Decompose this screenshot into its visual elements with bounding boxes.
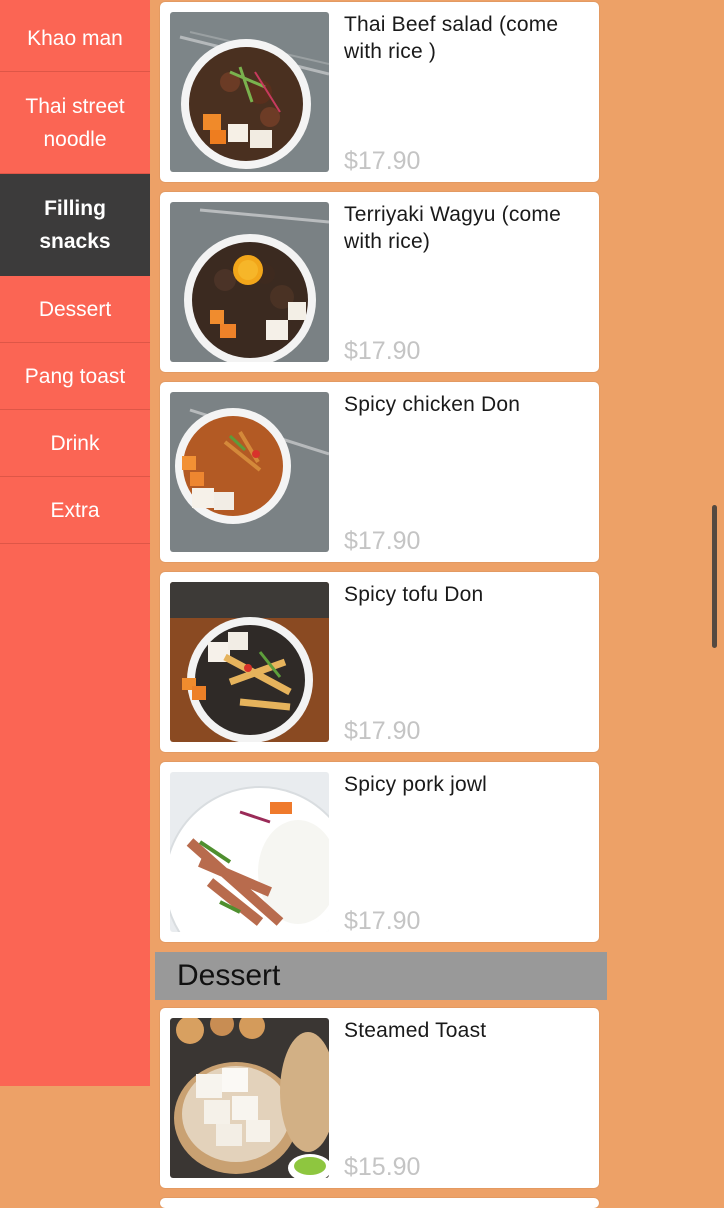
pork-jowl-image xyxy=(170,772,329,932)
menu-item-name: Terriyaki Wagyu (come with rice) xyxy=(344,203,561,253)
menu-item-name: Steamed Toast xyxy=(344,1019,487,1042)
menu-item-card[interactable]: Steamed Toast $15.90 xyxy=(160,1008,599,1188)
menu-item-price: $17.90 xyxy=(344,147,421,175)
menu-item-name: Thai Beef salad (come with rice ) xyxy=(344,13,559,63)
menu-item-name: Spicy chicken Don xyxy=(344,393,521,416)
sidebar-item-label: Filling snacks xyxy=(39,197,111,253)
sidebar-item-label: Khao man xyxy=(27,26,123,50)
wagyu-bowl-image xyxy=(170,202,329,362)
sidebar-item-pang-toast[interactable]: Pang toast xyxy=(0,343,150,410)
sidebar-item-label: Dessert xyxy=(38,297,112,321)
sidebar-item-thai-street-noodle[interactable]: Thai street noodle xyxy=(0,72,150,174)
menu-item-price: $17.90 xyxy=(344,527,421,555)
category-sidebar: Khao man Thai street noodle Filling snac… xyxy=(0,0,150,1086)
menu-item-card[interactable]: Spicy pork jowl $17.90 xyxy=(160,762,599,942)
sidebar-item-dessert[interactable]: Dessert xyxy=(0,276,150,343)
chicken-don-image xyxy=(170,392,329,552)
sidebar-item-drink[interactable]: Drink xyxy=(0,410,150,477)
sidebar-item-extra[interactable]: Extra xyxy=(0,477,150,544)
menu-item-card[interactable]: Spicy chicken Don $17.90 xyxy=(160,382,599,562)
menu-item-price: $15.90 xyxy=(344,1153,421,1181)
sidebar-item-label: Drink xyxy=(50,431,100,455)
sidebar-item-filling-snacks[interactable]: Filling snacks xyxy=(0,174,150,276)
menu-item-name: Spicy tofu Don xyxy=(344,583,484,606)
sidebar-item-khao-man[interactable]: Khao man xyxy=(0,5,150,72)
sidebar-item-label: Pang toast xyxy=(24,364,126,388)
menu-item-card[interactable]: Thai Beef salad (come with rice ) $17.90 xyxy=(160,2,599,182)
sidebar-item-label: Thai street noodle xyxy=(25,94,125,151)
menu-item-price: $17.90 xyxy=(344,717,421,745)
menu-item-price: $17.90 xyxy=(344,337,421,365)
vertical-scrollbar[interactable] xyxy=(712,505,717,648)
section-header-dessert: Dessert xyxy=(155,952,607,1000)
tofu-don-image xyxy=(170,582,329,742)
menu-item-price: $17.90 xyxy=(344,907,421,935)
menu-item-name: Spicy pork jowl xyxy=(344,773,488,796)
beef-salad-bowl-image xyxy=(170,12,329,172)
sidebar-item-label: Extra xyxy=(50,498,100,522)
menu-item-card[interactable]: Spicy tofu Don $17.90 xyxy=(160,572,599,752)
steamed-toast-image xyxy=(170,1018,329,1178)
menu-item-card[interactable]: Terriyaki Wagyu (come with rice) $17.90 xyxy=(160,192,599,372)
